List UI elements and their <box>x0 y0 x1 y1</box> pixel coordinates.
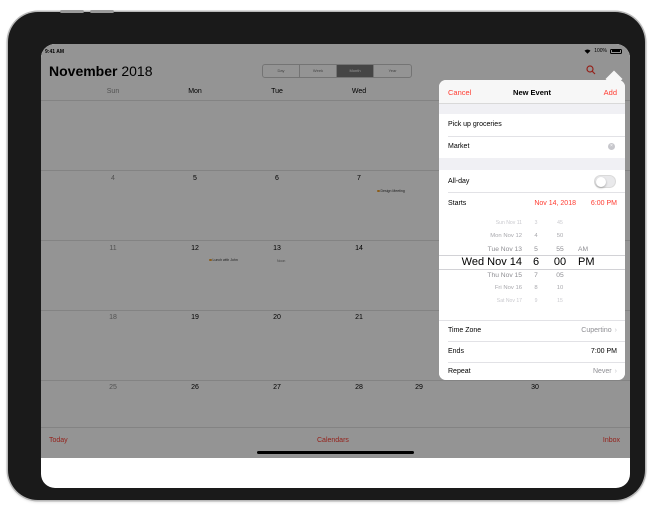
starts-label: Starts <box>448 200 467 207</box>
time-zone-value: Cupertino <box>581 327 612 334</box>
picker-row[interactable]: Fri Nov 16 8 10 <box>439 282 625 295</box>
picker-selection-top <box>439 255 625 256</box>
starts-time[interactable]: 6:00 PM <box>591 200 617 207</box>
picker-date: Sat Nov 17 <box>496 298 522 304</box>
date-time-picker[interactable]: Sun Nov 11 3 45 Mon Nov 12 4 50 Tue Nov 13 5 55 A… <box>439 216 625 316</box>
picker-row[interactable]: Sat Nov 17 9 15 <box>439 295 625 308</box>
picker-row[interactable]: Mon Nov 12 4 50 <box>439 230 625 243</box>
repeat-label: Repeat <box>448 368 471 375</box>
time-zone-label: Time Zone <box>448 327 482 334</box>
volume-button <box>90 10 114 13</box>
time-zone-row[interactable]: Cupertino › <box>581 327 617 334</box>
title-location-group: Pick up groceries Market × <box>439 114 625 158</box>
picker-hour: 7 <box>534 272 538 279</box>
picker-hour: 3 <box>534 220 538 226</box>
home-indicator <box>257 451 414 454</box>
picker-minute: 45 <box>557 220 563 226</box>
chevron-right-icon: › <box>614 327 617 334</box>
picker-date: Fri Nov 16 <box>494 285 522 291</box>
picker-minute: 10 <box>556 285 564 291</box>
repeat-row[interactable]: Never › <box>593 368 617 375</box>
screen: 9:41 AM 100% November 2018 Day Week Mont… <box>41 44 630 488</box>
volume-button <box>60 10 84 13</box>
picker-minute: 50 <box>556 233 564 239</box>
ipad-device-frame: 9:41 AM 100% November 2018 Day Week Mont… <box>8 10 645 500</box>
picker-hour: 4 <box>534 233 538 239</box>
event-title-field[interactable]: Pick up groceries <box>448 121 502 128</box>
picker-row[interactable]: Thu Nov 15 7 05 <box>439 269 625 282</box>
picker-minute: 15 <box>557 298 563 304</box>
ends-value[interactable]: 7:00 PM <box>591 348 617 355</box>
picker-hour: 9 <box>534 298 538 304</box>
picker-minute: 05 <box>556 272 564 279</box>
toggle-knob <box>595 176 606 187</box>
separator <box>439 320 625 321</box>
picker-row[interactable]: Sun Nov 11 3 45 <box>439 217 625 230</box>
clear-icon[interactable]: × <box>608 143 615 150</box>
starts-date[interactable]: Nov 14, 2018 <box>534 200 576 207</box>
picker-date: Wed Nov 14 <box>461 256 522 268</box>
picker-date: Sun Nov 11 <box>495 220 522 226</box>
date-group: All-day Starts Nov 14, 2018 6:00 PM Sun … <box>439 170 625 380</box>
all-day-toggle[interactable] <box>594 175 616 188</box>
picker-ampm: PM <box>578 256 595 268</box>
location-field[interactable]: Market <box>448 143 469 150</box>
picker-date: Thu Nov 15 <box>487 272 522 279</box>
picker-hour: 8 <box>534 285 538 291</box>
separator <box>448 136 625 137</box>
picker-minute: 00 <box>553 256 567 268</box>
picker-date: Mon Nov 12 <box>490 233 522 239</box>
separator <box>448 362 625 363</box>
picker-hour: 6 <box>532 256 540 268</box>
separator <box>448 192 625 193</box>
separator <box>448 341 625 342</box>
ends-label: Ends <box>448 348 464 355</box>
add-button[interactable]: Add <box>604 88 617 97</box>
picker-row[interactable]: Wed Nov 14 6 00 PM <box>439 256 625 269</box>
new-event-popover: Cancel New Event Add Pick up groceries M… <box>439 80 625 380</box>
repeat-value: Never <box>592 368 612 375</box>
popover-title: New Event <box>513 88 551 97</box>
chevron-right-icon: › <box>614 368 617 375</box>
picker-selection-bottom <box>439 269 625 270</box>
popover-nav-bar: Cancel New Event Add <box>439 80 625 104</box>
all-day-label: All-day <box>448 178 470 185</box>
